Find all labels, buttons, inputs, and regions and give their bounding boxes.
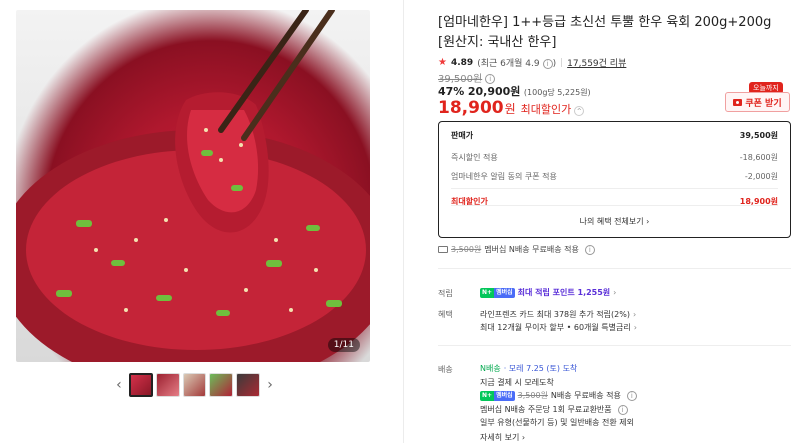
final-price-row: 18,900 원 최대할인가 ^ [438, 98, 585, 118]
thumbnail-1[interactable] [128, 373, 153, 397]
price-row-coupon: 엄마네한우 알림 동의 쿠폰 적용 -2,000원 [451, 172, 778, 181]
image-counter: 1/11 [327, 338, 360, 352]
delivery-more-link[interactable]: 자세히 보기 › [480, 432, 525, 443]
ndelivery-badge: N배송 [480, 364, 501, 373]
main-product-image[interactable]: 1/11 [16, 10, 370, 362]
section-divider [438, 268, 791, 269]
delivery-label: 배송 [438, 365, 453, 374]
chevron-right-icon: › [613, 288, 617, 297]
npay-membership-badge: N+ 멤버십 [480, 390, 515, 401]
unit-price: (100g당 5,225원) [523, 88, 591, 97]
chevron-right-icon: › [632, 310, 637, 319]
points-text: 최대 적립 포인트 1,255원 [517, 288, 611, 297]
thumbnail-prev-button[interactable]: ‹ [112, 372, 126, 398]
thumbnail-3[interactable] [182, 373, 207, 397]
section-divider [438, 345, 791, 346]
chevron-right-icon: › [633, 323, 637, 332]
price-breakdown-box: 판매가 39,500원 즉시할인 적용 -18,600원 엄마네한우 알림 동의 쿠… [438, 121, 791, 238]
final-price: 18,900 [438, 98, 504, 118]
points-label: 적립 [438, 289, 453, 298]
info-icon[interactable]: i [584, 244, 595, 255]
final-price-label: 최대할인가 [520, 103, 572, 116]
thumbnail-strip: ‹ › [112, 372, 277, 398]
info-icon[interactable]: i [542, 58, 553, 69]
product-photo-illustration [16, 10, 370, 362]
review-count-link[interactable]: 17,559건 리뷰 [567, 56, 626, 69]
column-divider [403, 0, 404, 443]
thumbnail-5[interactable] [236, 373, 261, 397]
star-icon: ★ [438, 57, 447, 68]
final-currency: 원 [504, 102, 516, 116]
delivery-eta-row: N배송 · 모레 7.25 (토) 도착 [480, 363, 577, 374]
thumbnail-4[interactable] [209, 373, 234, 397]
price-row-sale: 판매가 39,500원 [451, 130, 778, 140]
delivery-line-2: N+ 멤버십 3,500원 N배송 무료배송 적용 i [480, 390, 637, 401]
info-icon[interactable]: i [617, 404, 628, 415]
info-icon[interactable]: i [626, 390, 637, 401]
separator: | [560, 57, 564, 68]
shipping-text: 멤버십 N배송 무료배송 적용 [484, 245, 579, 254]
rating-score: 4.89 [450, 57, 474, 68]
view-all-benefits-link[interactable]: 나의 혜택 전체보기 › [451, 205, 778, 237]
coupon-button-label: 쿠폰 받기 [745, 98, 782, 109]
delivery-line-1: 지금 결제 시 모레도착 [480, 378, 554, 387]
benefits-line-2[interactable]: 최대 12개월 무이자 할부 • 60개월 특별금리 › [480, 322, 637, 333]
price-row-instant-discount: 즉시할인 적용 -18,600원 [451, 153, 778, 162]
discount-percent: 47% [438, 85, 465, 98]
npay-membership-badge: N+ 멤버십 [480, 287, 515, 298]
chevron-up-icon[interactable]: ^ [574, 106, 585, 116]
coupon-icon [733, 98, 743, 106]
product-title: [엄마네한우] 1++등급 초신선 투뿔 한우 육회 200g+200g [원산… [438, 15, 772, 50]
delivery-line-3: 멤버십 N배송 주문당 1회 무료교환반품 i [480, 404, 628, 415]
rating-row: ★ 4.89 (최근 6개월 4.9 i) | 17,559건 리뷰 [438, 56, 626, 69]
shipping-summary: 3,500원 멤버십 N배송 무료배송 적용 i [438, 244, 595, 255]
benefits-label: 혜택 [438, 310, 453, 319]
thumbnail-2[interactable] [155, 373, 180, 397]
coupon-button[interactable]: 쿠폰 받기 [725, 92, 790, 112]
discount-price: 20,900원 [467, 85, 521, 98]
benefits-line-1[interactable]: 라인프렌즈 카드 최대 378원 추가 적립(2%) › [480, 309, 636, 320]
rating-recent: (최근 6개월 4.9 i) [477, 58, 557, 69]
delivery-line-4: 일부 유형(선물하기 등) 및 일반배송 전환 제외 [480, 418, 634, 427]
thumbnail-next-button[interactable]: › [263, 372, 277, 398]
points-row[interactable]: N+ 멤버십 최대 적립 포인트 1,255원 › [480, 287, 616, 298]
shipping-old-fee: 3,500원 [451, 245, 482, 254]
truck-icon [438, 246, 448, 253]
discount-row: 47% 20,900원 (100g당 5,225원) [438, 83, 591, 99]
delivery-eta: · 모레 7.25 (토) 도착 [503, 364, 578, 373]
